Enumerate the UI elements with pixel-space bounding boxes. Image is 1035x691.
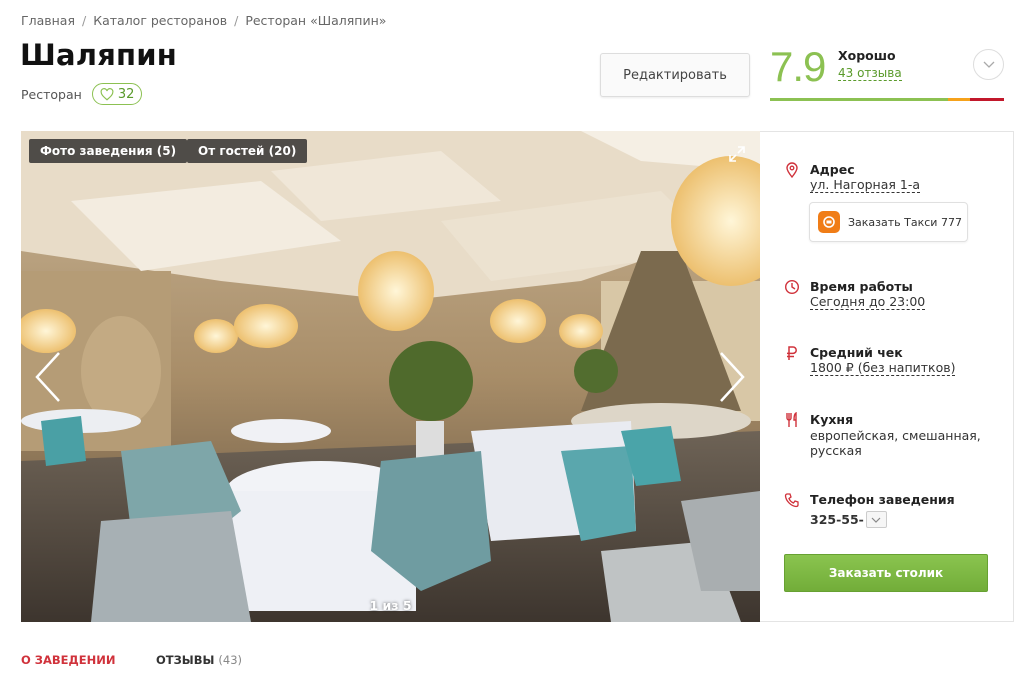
photo-counter: 1 из 5 (369, 598, 412, 613)
address-link[interactable]: ул. Нагорная 1-а (810, 178, 920, 193)
venue-subtitle: Ресторан 32 (21, 83, 143, 105)
cuisine-value: европейская, смешанная, русская (810, 428, 981, 458)
restaurant-photo (21, 131, 760, 622)
address-label: Адрес (810, 162, 855, 177)
tab-venue-photos[interactable]: Фото заведения (5) (29, 139, 188, 163)
cuisine-label: Кухня (810, 412, 854, 427)
breadcrumb-separator: / (234, 13, 239, 28)
location-pin-icon (786, 162, 798, 178)
breadcrumb-current: Ресторан «Шаляпин» (245, 13, 387, 28)
breadcrumb-home[interactable]: Главная (21, 13, 75, 28)
likes-count: 32 (117, 86, 135, 102)
check-label: Средний чек (810, 345, 903, 360)
venue-title: Шаляпин (20, 38, 178, 72)
breadcrumb-separator: / (82, 13, 87, 28)
phone-label: Телефон заведения (810, 492, 955, 507)
show-phone-button[interactable] (865, 511, 887, 528)
taxi-logo-icon (818, 211, 840, 233)
tab-guest-photos[interactable]: От гостей (20) (187, 139, 308, 163)
check-link[interactable]: 1800 ₽ (без напитков) (810, 361, 956, 376)
photo-gallery[interactable]: Фото заведения (5) От гостей (20) 1 из 5 (21, 131, 760, 622)
info-panel: Адрес ул. Нагорная 1-а Заказать Такси 77… (760, 131, 1014, 622)
phone-number: 325-55- (810, 512, 864, 527)
breadcrumb-catalog[interactable]: Каталог ресторанов (93, 13, 227, 28)
tab-reviews-count: (43) (218, 653, 243, 667)
book-table-button[interactable]: Заказать столик (784, 554, 988, 592)
fork-knife-icon (786, 412, 797, 427)
rating-expand-button[interactable] (973, 49, 1004, 80)
heart-icon (100, 87, 114, 101)
tab-reviews-label: Отзывы (156, 653, 215, 667)
expand-icon[interactable] (728, 145, 746, 163)
like-button[interactable]: 32 (91, 83, 143, 105)
rating-bar (770, 98, 1004, 101)
phone-value: 325-55- (810, 511, 887, 528)
edit-button[interactable]: Редактировать (600, 53, 750, 97)
tab-reviews[interactable]: Отзывы (43) (156, 653, 242, 667)
chevron-down-icon (983, 61, 994, 68)
venue-type: Ресторан (21, 86, 82, 102)
rating-bar-bad (970, 98, 1004, 101)
next-arrow-icon[interactable] (717, 351, 747, 403)
phone-icon (784, 493, 799, 508)
clock-icon (784, 279, 800, 295)
rating-reviews-link[interactable]: 43 отзыва (838, 66, 902, 81)
hours-link[interactable]: Сегодня до 23:00 (810, 295, 926, 310)
taxi-label: Заказать Такси 777 (848, 215, 962, 229)
rating-bar-mid (948, 98, 970, 101)
rating-word: Хорошо (838, 48, 896, 63)
tab-about[interactable]: О заведении (21, 653, 115, 667)
taxi-button[interactable]: Заказать Такси 777 (809, 202, 968, 242)
rating-bar-good (770, 98, 948, 101)
chevron-down-icon (871, 517, 881, 523)
prev-arrow-icon[interactable] (33, 351, 63, 403)
hours-label: Время работы (810, 279, 913, 294)
ruble-icon (787, 346, 797, 360)
rating-score: 7.9 (770, 43, 826, 90)
breadcrumb: Главная / Каталог ресторанов / Ресторан … (21, 13, 386, 28)
